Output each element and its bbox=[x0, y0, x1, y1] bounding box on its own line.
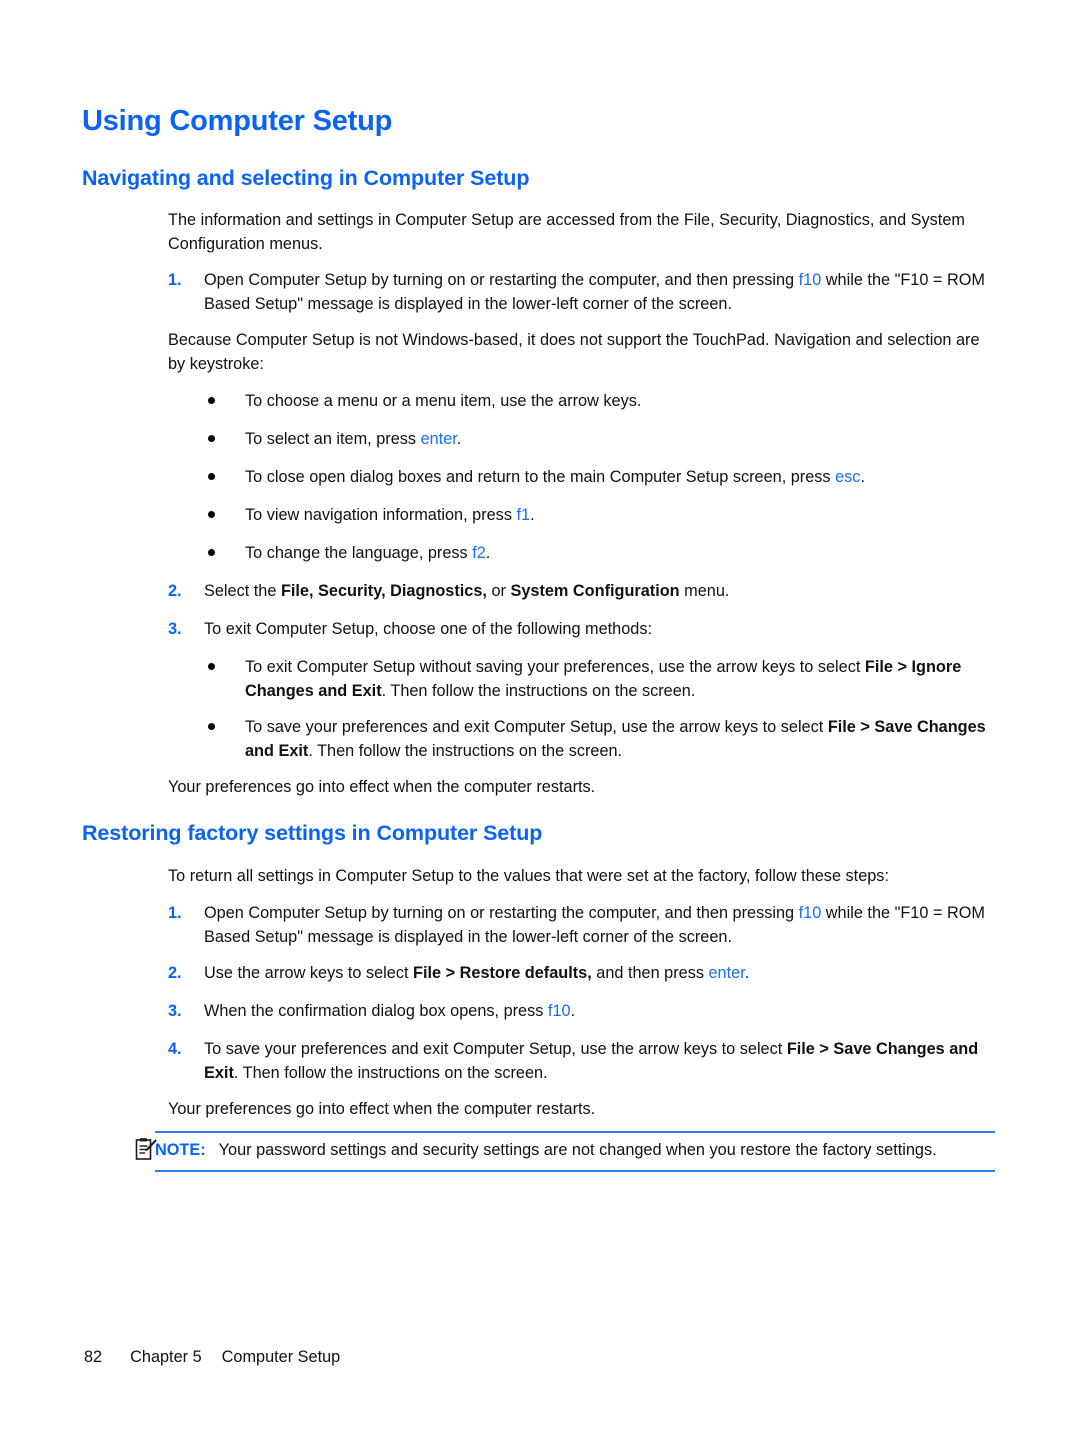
restoring-step-2: 2. Use the arrow keys to select File > R… bbox=[168, 962, 998, 986]
restoring-step-1: 1. Open Computer Setup by turning on or … bbox=[168, 902, 998, 949]
step-number: 1. bbox=[168, 271, 182, 289]
step-text-a: When the confirmation dialog box opens, … bbox=[204, 1002, 548, 1020]
step-text-a: To save your preferences and exit Comput… bbox=[204, 1040, 787, 1058]
note-box: NOTE: Your password settings and security… bbox=[155, 1131, 995, 1172]
step-number: 2. bbox=[168, 964, 182, 982]
bullet-text-b: . Then follow the instructions on the sc… bbox=[381, 681, 696, 700]
note-text: Your password settings and security sett… bbox=[218, 1141, 937, 1159]
keystroke-bullet-5: To change the language, press f2. bbox=[168, 542, 998, 566]
bullet-text: To change the language, press f2. bbox=[245, 542, 998, 566]
document-page: Using Computer Setup Navigating and sele… bbox=[0, 0, 1080, 1437]
step-text: Select the File, Security, Diagnostics, … bbox=[204, 580, 998, 604]
keystroke-intro-text: Because Computer Setup is not Windows-ba… bbox=[168, 331, 980, 373]
step-number: 3. bbox=[168, 620, 182, 638]
bullet-text-b: . Then follow the instructions on the sc… bbox=[308, 741, 623, 760]
bullet-text-b: . bbox=[860, 468, 865, 486]
section-heading-restoring: Restoring factory settings in Computer S… bbox=[82, 821, 543, 845]
step-text-b: . bbox=[570, 1002, 576, 1020]
bullet-dot-icon bbox=[208, 723, 215, 730]
step-text: When the confirmation dialog box opens, … bbox=[204, 1000, 998, 1024]
navigating-step-3: 3. To exit Computer Setup, choose one of… bbox=[168, 618, 998, 642]
bullet-text-a: To view navigation information, press bbox=[245, 506, 517, 524]
bullet-text-a: To save your preferences and exit Comput… bbox=[245, 718, 828, 736]
menu-names-bold: File, Security, Diagnostics, bbox=[280, 582, 487, 600]
key-f10: f10 bbox=[798, 271, 822, 289]
key-esc: esc bbox=[835, 468, 861, 486]
key-f2: f2 bbox=[472, 544, 486, 562]
note-label: NOTE: bbox=[155, 1141, 206, 1159]
key-f1: f1 bbox=[516, 506, 531, 524]
navigating-step-2: 2. Select the File, Security, Diagnostic… bbox=[168, 580, 998, 604]
keystroke-bullet-2: To select an item, press enter. bbox=[168, 428, 998, 452]
bullet-dot-icon bbox=[208, 549, 215, 556]
bullet-text-b: . bbox=[456, 430, 462, 448]
bullet-text: To choose a menu or a menu item, use the… bbox=[245, 390, 998, 414]
section-heading-navigating: Navigating and selecting in Computer Set… bbox=[82, 166, 530, 190]
bullet-text-a: To change the language, press bbox=[245, 544, 473, 562]
step-number: 1. bbox=[168, 904, 182, 922]
bullet-text-a: To exit Computer Setup without saving yo… bbox=[245, 658, 865, 676]
exit-bullet-2: To save your preferences and exit Comput… bbox=[168, 716, 998, 763]
step-text-c: menu. bbox=[679, 582, 730, 600]
note-pencil-icon bbox=[135, 1137, 157, 1161]
keystroke-bullet-3: To close open dialog boxes and return to… bbox=[168, 466, 998, 490]
navigating-step-1: 1. Open Computer Setup by turning on or … bbox=[168, 269, 998, 316]
key-enter: enter bbox=[420, 430, 457, 448]
step-number: 3. bbox=[168, 1002, 182, 1020]
bullet-text: To select an item, press enter. bbox=[245, 428, 998, 452]
footer-page-number: 82 bbox=[84, 1348, 103, 1366]
key-f10: f10 bbox=[547, 1002, 571, 1020]
step-text: To save your preferences and exit Comput… bbox=[204, 1038, 998, 1085]
note-body: NOTE: Your password settings and security… bbox=[155, 1139, 995, 1163]
bullet-text: To view navigation information, press f1… bbox=[245, 504, 998, 528]
bullet-text: To exit Computer Setup without saving yo… bbox=[245, 656, 998, 703]
key-f10: f10 bbox=[798, 904, 822, 922]
step-number: 2. bbox=[168, 582, 182, 600]
menu-path-bold: File > Restore defaults, bbox=[413, 964, 592, 982]
step-text-a: Select the bbox=[204, 582, 281, 600]
step-text: Open Computer Setup by turning on or res… bbox=[204, 902, 998, 949]
step-text: Use the arrow keys to select File > Rest… bbox=[204, 962, 998, 986]
navigating-closing-paragraph: Your preferences go into effect when the… bbox=[168, 778, 596, 796]
navigating-intro-text: The information and settings in Computer… bbox=[168, 211, 965, 253]
bullet-dot-icon bbox=[208, 511, 215, 518]
menu-name-system-config-bold: System Configuration bbox=[510, 582, 680, 600]
step-text-b: . Then follow the instructions on the sc… bbox=[233, 1063, 548, 1082]
keystroke-intro-paragraph: Because Computer Setup is not Windows-ba… bbox=[168, 329, 998, 376]
restoring-step-3: 3. When the confirmation dialog box open… bbox=[168, 1000, 998, 1024]
step-text-c: . bbox=[744, 964, 750, 982]
bullet-text-a: To choose a menu or a menu item, use the… bbox=[245, 392, 642, 410]
navigating-intro-paragraph: The information and settings in Computer… bbox=[168, 209, 998, 256]
exit-bullet-1: To exit Computer Setup without saving yo… bbox=[168, 656, 998, 703]
bullet-text-a: To close open dialog boxes and return to… bbox=[245, 468, 836, 486]
step-text-a: Open Computer Setup by turning on or res… bbox=[204, 271, 799, 289]
page-title: Using Computer Setup bbox=[82, 105, 393, 137]
step-text-a: Use the arrow keys to select bbox=[204, 964, 414, 982]
bullet-text-b: . bbox=[485, 544, 491, 562]
step-number: 4. bbox=[168, 1040, 182, 1058]
page-footer: 82 Chapter 5 Computer Setup bbox=[84, 1348, 340, 1367]
footer-chapter-title: Computer Setup bbox=[221, 1348, 341, 1366]
bullet-dot-icon bbox=[208, 663, 215, 670]
key-enter: enter bbox=[708, 964, 745, 982]
restoring-intro-paragraph: To return all settings in Computer Setup… bbox=[168, 867, 889, 885]
bullet-text: To close open dialog boxes and return to… bbox=[245, 466, 998, 490]
keystroke-bullet-4: To view navigation information, press f1… bbox=[168, 504, 998, 528]
step-text-b: or bbox=[486, 582, 511, 600]
step-text-a: Open Computer Setup by turning on or res… bbox=[204, 904, 799, 922]
step-text-b: and then press bbox=[591, 964, 709, 982]
bullet-text-a: To select an item, press bbox=[245, 430, 421, 448]
footer-chapter: Chapter 5 bbox=[130, 1348, 202, 1366]
step-text: Open Computer Setup by turning on or res… bbox=[204, 269, 998, 316]
restoring-step-4: 4. To save your preferences and exit Com… bbox=[168, 1038, 998, 1085]
restoring-closing-paragraph: Your preferences go into effect when the… bbox=[168, 1100, 596, 1118]
bullet-text-b: . bbox=[530, 506, 535, 524]
step-text: To exit Computer Setup, choose one of th… bbox=[204, 620, 652, 638]
bullet-dot-icon bbox=[208, 435, 215, 442]
bullet-dot-icon bbox=[208, 473, 215, 480]
bullet-text: To save your preferences and exit Comput… bbox=[245, 716, 998, 763]
keystroke-bullet-1: To choose a menu or a menu item, use the… bbox=[168, 390, 998, 414]
bullet-dot-icon bbox=[208, 397, 215, 404]
